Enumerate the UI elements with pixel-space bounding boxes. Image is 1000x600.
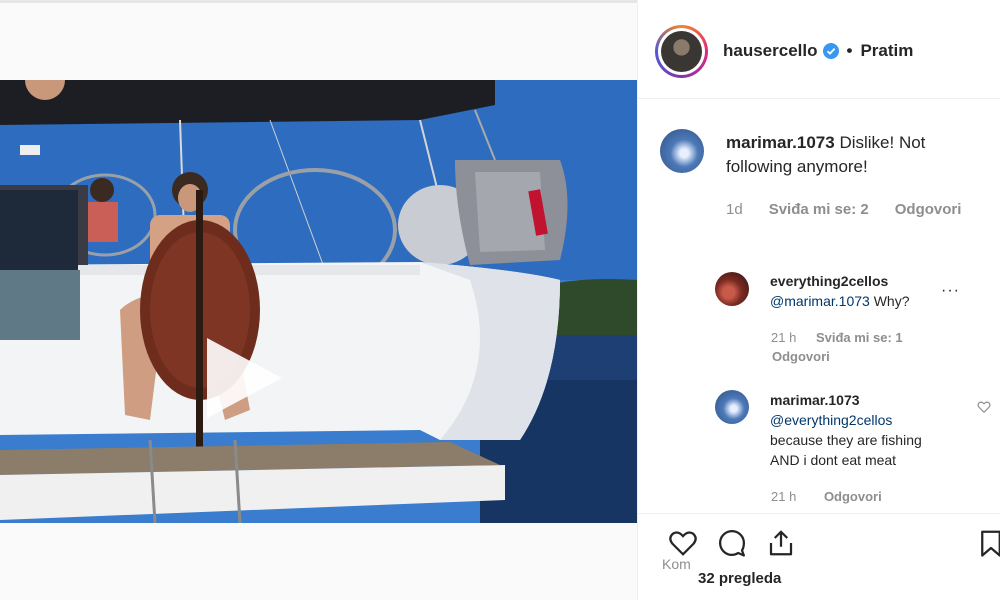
reply-mention[interactable]: @marimar.1073: [770, 293, 870, 309]
reply-2-meta: 21 h Odgovori: [771, 489, 882, 504]
reply-reply-button[interactable]: Odgovori: [772, 349, 830, 364]
share-icon[interactable]: [766, 528, 796, 558]
post-header: hausercello • Pratim: [638, 0, 1000, 99]
reply-1-meta: 21 h Sviđa mi se: 1: [771, 330, 903, 345]
action-bar: Kom 32 pregleda: [638, 513, 1000, 600]
reply-username[interactable]: everything2cellos: [770, 271, 950, 291]
follow-button[interactable]: Pratim: [860, 41, 913, 61]
play-icon[interactable]: [197, 333, 287, 423]
reply-mention[interactable]: @everything2cellos: [770, 410, 970, 430]
separator-dot: •: [846, 41, 853, 60]
reply-time[interactable]: 21 h: [771, 330, 796, 345]
reply-avatar[interactable]: [715, 272, 749, 306]
author-username[interactable]: hausercello: [723, 41, 818, 61]
like-comment-heart-icon[interactable]: [977, 400, 991, 414]
commenter-avatar[interactable]: [660, 129, 704, 173]
verified-badge-icon: [822, 43, 839, 59]
main-comment: marimar.1073 Dislike! Not following anym…: [726, 131, 986, 179]
reply-likes[interactable]: Sviđa mi se: 1: [816, 330, 903, 345]
reply-1-reply-row: Odgovori: [772, 349, 830, 364]
like-heart-icon[interactable]: [668, 528, 698, 558]
reply-username[interactable]: marimar.1073: [770, 390, 970, 410]
post-video[interactable]: [0, 80, 637, 523]
comment-username[interactable]: marimar.1073: [726, 133, 835, 152]
more-options-icon[interactable]: ···: [941, 282, 960, 300]
reply-1: everything2cellos @marimar.1073 Why?: [770, 271, 950, 311]
comment-meta: 1d Sviđa mi se: 2 Odgovori: [726, 201, 987, 218]
reply-time[interactable]: 21 h: [771, 489, 796, 504]
comment-time[interactable]: 1d: [726, 201, 743, 218]
save-bookmark-icon[interactable]: [976, 528, 1000, 558]
view-count[interactable]: 32 pregleda: [698, 570, 781, 587]
comment-icon[interactable]: [717, 528, 747, 558]
reply-2: marimar.1073 @everything2cellos because …: [770, 390, 970, 470]
video-frame: [0, 80, 637, 523]
reply-text-line-2: AND i dont eat meat: [770, 452, 897, 468]
comment-likes[interactable]: Sviđa mi se: 2: [769, 201, 869, 218]
reply-reply-button[interactable]: Odgovori: [824, 489, 882, 504]
reply-text-line-1: because they are fishing: [770, 432, 922, 448]
author-line: hausercello • Pratim: [723, 41, 913, 61]
post-side-panel: hausercello • Pratim marimar.1073 Dislik…: [637, 0, 1000, 600]
author-avatar[interactable]: [655, 25, 708, 78]
reply-text: Why?: [873, 293, 910, 309]
comment-hint: Kom: [662, 556, 691, 572]
comment-reply-button[interactable]: Odgovori: [895, 201, 962, 218]
reply-avatar[interactable]: [715, 390, 749, 424]
